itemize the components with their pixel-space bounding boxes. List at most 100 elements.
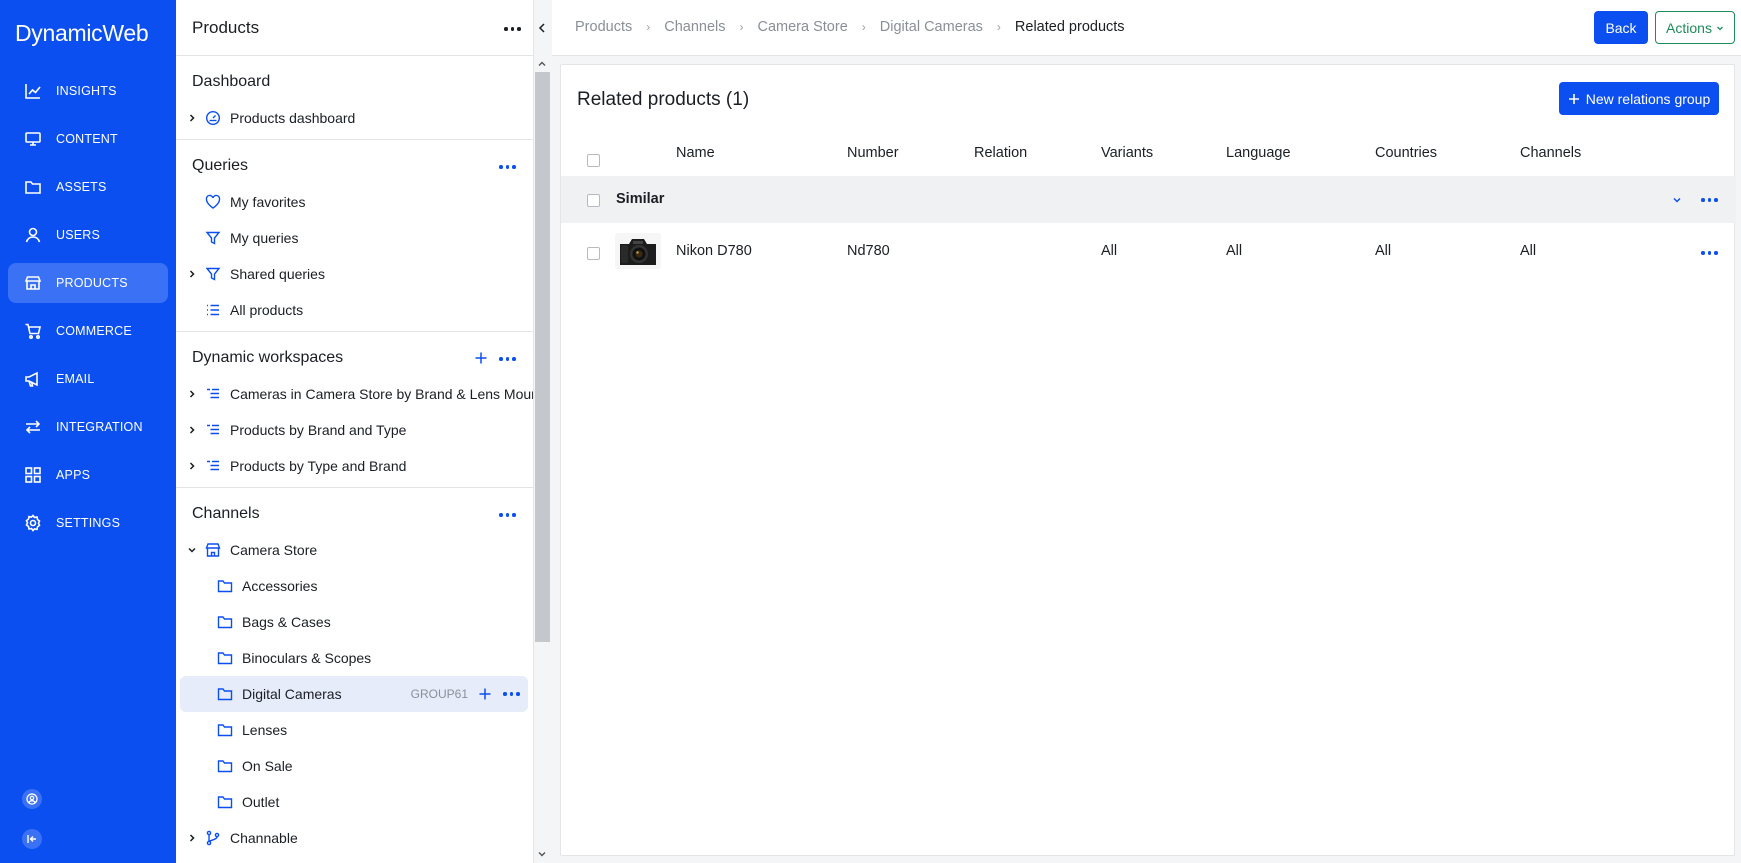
plus-icon — [1568, 93, 1579, 104]
tree-item-label: On Sale — [242, 758, 293, 774]
tree-item-camera-store[interactable]: Camera Store — [176, 533, 533, 567]
tree-item-all-products[interactable]: All products — [176, 293, 533, 327]
add-workspace-icon[interactable] — [474, 351, 488, 365]
chevron-right-icon[interactable] — [187, 833, 197, 843]
product-name[interactable]: Nikon D780 — [676, 243, 752, 259]
nav-item-insights[interactable]: INSIGHTS — [8, 71, 168, 111]
chevron-right-icon[interactable] — [187, 113, 197, 123]
folder-icon — [25, 181, 41, 194]
tree-item-label: Lenses — [242, 722, 288, 738]
top-bar: Products › Channels › Camera Store › Dig… — [552, 0, 1741, 56]
add-subgroup-icon[interactable] — [478, 687, 492, 701]
user-circle-icon[interactable] — [22, 789, 42, 809]
nav-item-email[interactable]: EMAIL — [8, 359, 168, 399]
tree-item-shared-queries[interactable]: Shared queries — [176, 257, 533, 291]
chevron-right-icon[interactable] — [187, 425, 197, 435]
chevron-right-icon[interactable] — [187, 461, 197, 471]
collapse-nav-icon[interactable] — [22, 829, 42, 849]
product-thumbnail — [615, 233, 661, 269]
tree-item-my-favorites[interactable]: My favorites — [176, 185, 533, 219]
column-header-countries[interactable]: Countries — [1375, 145, 1437, 161]
new-relations-group-button[interactable]: New relations group — [1559, 82, 1719, 115]
app-logo: DynamicWeb — [15, 20, 149, 46]
tree-item-digital-cameras[interactable]: Digital Cameras GROUP61 — [180, 676, 528, 712]
products-tree-panel: Products Dashboard Products dashboard Qu… — [176, 0, 534, 863]
group-more-button[interactable] — [1701, 198, 1718, 202]
nav-item-integration[interactable]: INTEGRATION — [8, 407, 168, 447]
tree-item-folder[interactable]: Lenses — [176, 713, 533, 747]
nav-item-apps[interactable]: APPS — [8, 455, 168, 495]
tree-item-workspace[interactable]: Products by Type and Brand — [176, 449, 533, 483]
breadcrumb-item[interactable]: Channels — [664, 19, 725, 35]
tree-item-folder[interactable]: Outlet — [176, 785, 533, 819]
dashboard-icon — [205, 110, 221, 126]
scroll-up-icon[interactable] — [537, 59, 547, 69]
branch-icon — [206, 830, 220, 846]
cart-icon — [25, 323, 42, 340]
nav-item-settings[interactable]: SETTINGS — [8, 503, 168, 543]
nav-item-commerce[interactable]: COMMERCE — [8, 311, 168, 351]
breadcrumb-item[interactable]: Digital Cameras — [880, 19, 983, 35]
tree-item-products-dashboard[interactable]: Products dashboard — [176, 101, 533, 135]
filter-icon — [205, 267, 221, 281]
tree-item-label: My favorites — [230, 194, 306, 210]
tree-item-label: Bags & Cases — [242, 614, 331, 630]
tree-scrollbar-thumb[interactable] — [535, 72, 550, 642]
select-all-checkbox[interactable] — [587, 154, 600, 167]
column-header-name[interactable]: Name — [676, 145, 715, 161]
store-icon — [205, 543, 221, 557]
column-header-number[interactable]: Number — [847, 145, 899, 161]
nav-label: USERS — [56, 228, 101, 242]
chevron-right-icon[interactable] — [187, 269, 197, 279]
chevron-right-icon[interactable] — [187, 389, 197, 399]
group-more-button[interactable] — [503, 692, 520, 696]
tree-item-my-queries[interactable]: My queries — [176, 221, 533, 255]
tree-item-folder[interactable]: Binoculars & Scopes — [176, 641, 533, 675]
group-checkbox[interactable] — [587, 194, 600, 207]
channels-more-button[interactable] — [499, 513, 516, 517]
breadcrumb-separator-icon: › — [646, 20, 651, 34]
chevron-down-icon[interactable] — [187, 545, 197, 555]
nav-item-products[interactable]: PRODUCTS — [8, 263, 168, 303]
related-products-card: Related products (1) New relations group… — [560, 64, 1736, 856]
tree-item-workspace[interactable]: Cameras in Camera Store by Brand & Lens … — [176, 377, 533, 411]
tree-item-folder[interactable]: Bags & Cases — [176, 605, 533, 639]
tree-item-label: Accessories — [242, 578, 318, 594]
actions-button[interactable]: Actions — [1655, 11, 1735, 44]
product-variants: All — [1101, 243, 1118, 259]
tree-item-channable[interactable]: Channable — [176, 821, 533, 855]
tree-item-label: Outlet — [242, 794, 280, 810]
product-number: Nd780 — [847, 243, 890, 259]
breadcrumb-item[interactable]: Products — [575, 19, 632, 35]
nav-item-assets[interactable]: ASSETS — [8, 167, 168, 207]
column-header-language[interactable]: Language — [1226, 145, 1291, 161]
chevron-down-icon[interactable] — [1672, 195, 1682, 205]
row-more-button[interactable] — [1701, 251, 1718, 255]
tree-item-label: Camera Store — [230, 542, 318, 558]
section-divider — [176, 331, 533, 332]
queries-more-button[interactable] — [499, 165, 516, 169]
arrows-icon — [25, 420, 41, 434]
column-header-channels[interactable]: Channels — [1520, 145, 1581, 161]
nav-item-content[interactable]: CONTENT — [8, 119, 168, 159]
nav-label: PRODUCTS — [56, 276, 128, 290]
folder-icon — [217, 796, 233, 809]
column-header-variants[interactable]: Variants — [1101, 145, 1153, 161]
tree-title: Products — [192, 18, 260, 37]
tree-item-folder[interactable]: Accessories — [176, 569, 533, 603]
folder-icon — [217, 688, 233, 701]
breadcrumb-item[interactable]: Camera Store — [758, 19, 848, 35]
collapse-tree-icon[interactable] — [536, 22, 548, 34]
scroll-down-icon[interactable] — [537, 849, 547, 859]
back-button[interactable]: Back — [1594, 11, 1648, 44]
tree-more-button[interactable] — [504, 27, 521, 31]
workspaces-more-button[interactable] — [499, 357, 516, 361]
tree-item-workspace[interactable]: Products by Brand and Type — [176, 413, 533, 447]
nav-label: CONTENT — [56, 132, 118, 146]
column-header-relation[interactable]: Relation — [974, 145, 1027, 161]
tree-item-folder[interactable]: On Sale — [176, 749, 533, 783]
nav-item-users[interactable]: USERS — [8, 215, 168, 255]
relation-group-row[interactable]: Similar — [561, 176, 1736, 223]
row-checkbox[interactable] — [587, 247, 600, 260]
tree-header: Products — [176, 0, 533, 56]
